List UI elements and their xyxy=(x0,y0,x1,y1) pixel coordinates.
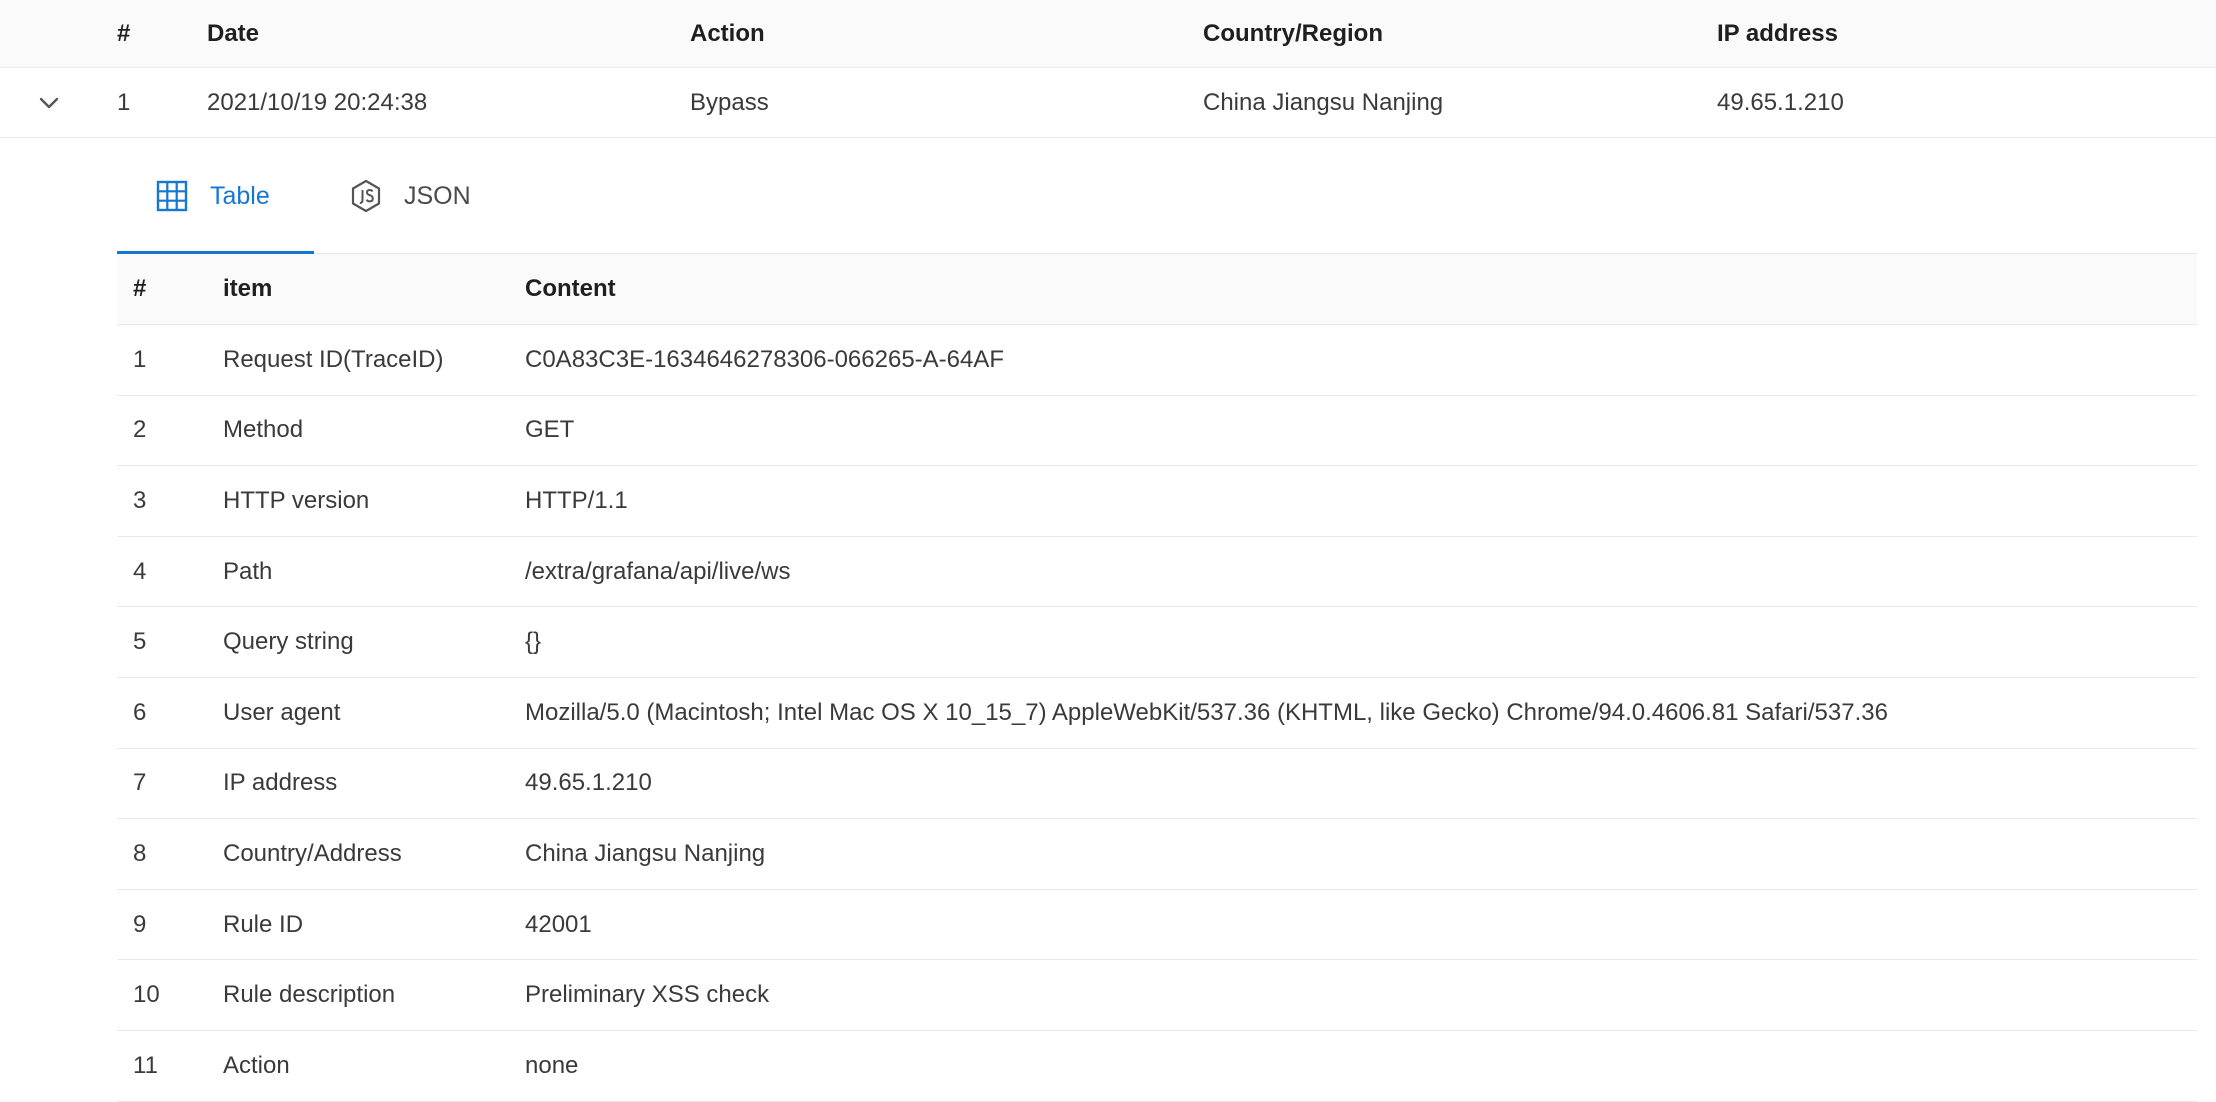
detail-row-item: Action xyxy=(223,1051,290,1079)
table-row: 1 Request ID(TraceID) C0A83C3E-163464627… xyxy=(117,325,2197,396)
table-row: 4 Path /extra/grafana/api/live/ws xyxy=(117,537,2197,608)
tab-json-label: JSON xyxy=(404,181,471,210)
detail-row-item: Request ID(TraceID) xyxy=(223,345,444,373)
table-row: 2 Method GET xyxy=(117,396,2197,467)
row-number: 1 xyxy=(117,88,131,116)
column-header-action: Action xyxy=(690,19,765,47)
table-row: 5 Query string {} xyxy=(117,607,2197,678)
chevron-down-icon[interactable] xyxy=(36,68,62,137)
detail-row-number: 11 xyxy=(133,1051,158,1079)
column-header-number: # xyxy=(117,19,131,47)
detail-table: # item Content 1 Request ID(TraceID) C0A… xyxy=(117,254,2197,1102)
table-row: 11 Action none xyxy=(117,1031,2197,1102)
detail-row-item: Rule description xyxy=(223,981,396,1009)
detail-row-item: Rule ID xyxy=(223,910,304,938)
detail-row-content: none xyxy=(525,1051,579,1079)
detail-row-number: 5 xyxy=(133,628,147,656)
tab-table-label: Table xyxy=(210,181,270,210)
table-row: 3 HTTP version HTTP/1.1 xyxy=(117,466,2197,537)
detail-row-content: /extra/grafana/api/live/ws xyxy=(525,557,791,585)
detail-row-item: HTTP version xyxy=(223,486,370,514)
detail-header-number: # xyxy=(133,275,147,302)
detail-row-number: 7 xyxy=(133,769,147,797)
detail-row-content: GET xyxy=(525,416,575,444)
detail-row-content: HTTP/1.1 xyxy=(525,486,628,514)
detail-row-item: Country/Address xyxy=(223,839,402,867)
detail-row-item: Query string xyxy=(223,628,354,656)
detail-row-content: China Jiangsu Nanjing xyxy=(525,839,766,867)
column-header-country: Country/Region xyxy=(1203,19,1383,47)
tab-json[interactable]: JSON xyxy=(349,138,471,254)
detail-row-content: {} xyxy=(525,628,542,656)
detail-row-content: 49.65.1.210 xyxy=(525,769,652,797)
detail-row-number: 2 xyxy=(133,416,147,444)
table-row: 10 Rule description Preliminary XSS chec… xyxy=(117,960,2197,1031)
detail-header-content: Content xyxy=(525,275,616,302)
column-header-date: Date xyxy=(207,19,260,47)
detail-row-number: 6 xyxy=(133,698,147,726)
table-row[interactable]: 1 2021/10/19 20:24:38 Bypass China Jiang… xyxy=(0,68,2216,138)
column-header-ip: IP address xyxy=(1717,19,1838,47)
nodejs-hexagon-icon xyxy=(349,179,383,213)
detail-row-item: Path xyxy=(223,557,273,585)
detail-row-number: 10 xyxy=(133,981,160,1009)
detail-row-content: Preliminary XSS check xyxy=(525,981,770,1009)
detail-row-item: User agent xyxy=(223,698,341,726)
detail-row-number: 4 xyxy=(133,557,147,585)
detail-row-content: 42001 xyxy=(525,910,592,938)
detail-row-number: 9 xyxy=(133,910,147,938)
table-row: 7 IP address 49.65.1.210 xyxy=(117,749,2197,820)
tab-table[interactable]: Table xyxy=(117,138,314,255)
detail-row-content: C0A83C3E-1634646278306-066265-A-64AF xyxy=(525,345,1005,373)
table-grid-icon xyxy=(155,179,189,213)
detail-row-number: 1 xyxy=(133,345,147,373)
table-row: 9 Rule ID 42001 xyxy=(117,890,2197,961)
row-action: Bypass xyxy=(690,88,769,116)
table-row: 8 Country/Address China Jiangsu Nanjing xyxy=(117,819,2197,890)
row-country: China Jiangsu Nanjing xyxy=(1203,88,1444,116)
log-table-header: # Date Action Country/Region IP address xyxy=(0,0,2216,68)
row-date: 2021/10/19 20:24:38 xyxy=(207,88,428,116)
detail-header-item: item xyxy=(223,275,273,302)
detail-table-header: # item Content xyxy=(117,254,2197,325)
detail-row-number: 3 xyxy=(133,486,147,514)
detail-row-content: Mozilla/5.0 (Macintosh; Intel Mac OS X 1… xyxy=(525,698,1888,726)
detail-row-item: IP address xyxy=(223,769,338,797)
row-ip: 49.65.1.210 xyxy=(1717,88,1844,116)
detail-tabs: Table JSON xyxy=(117,138,2197,255)
detail-row-item: Method xyxy=(223,416,304,444)
table-row: 6 User agent Mozilla/5.0 (Macintosh; Int… xyxy=(117,678,2197,749)
detail-row-number: 8 xyxy=(133,839,147,867)
